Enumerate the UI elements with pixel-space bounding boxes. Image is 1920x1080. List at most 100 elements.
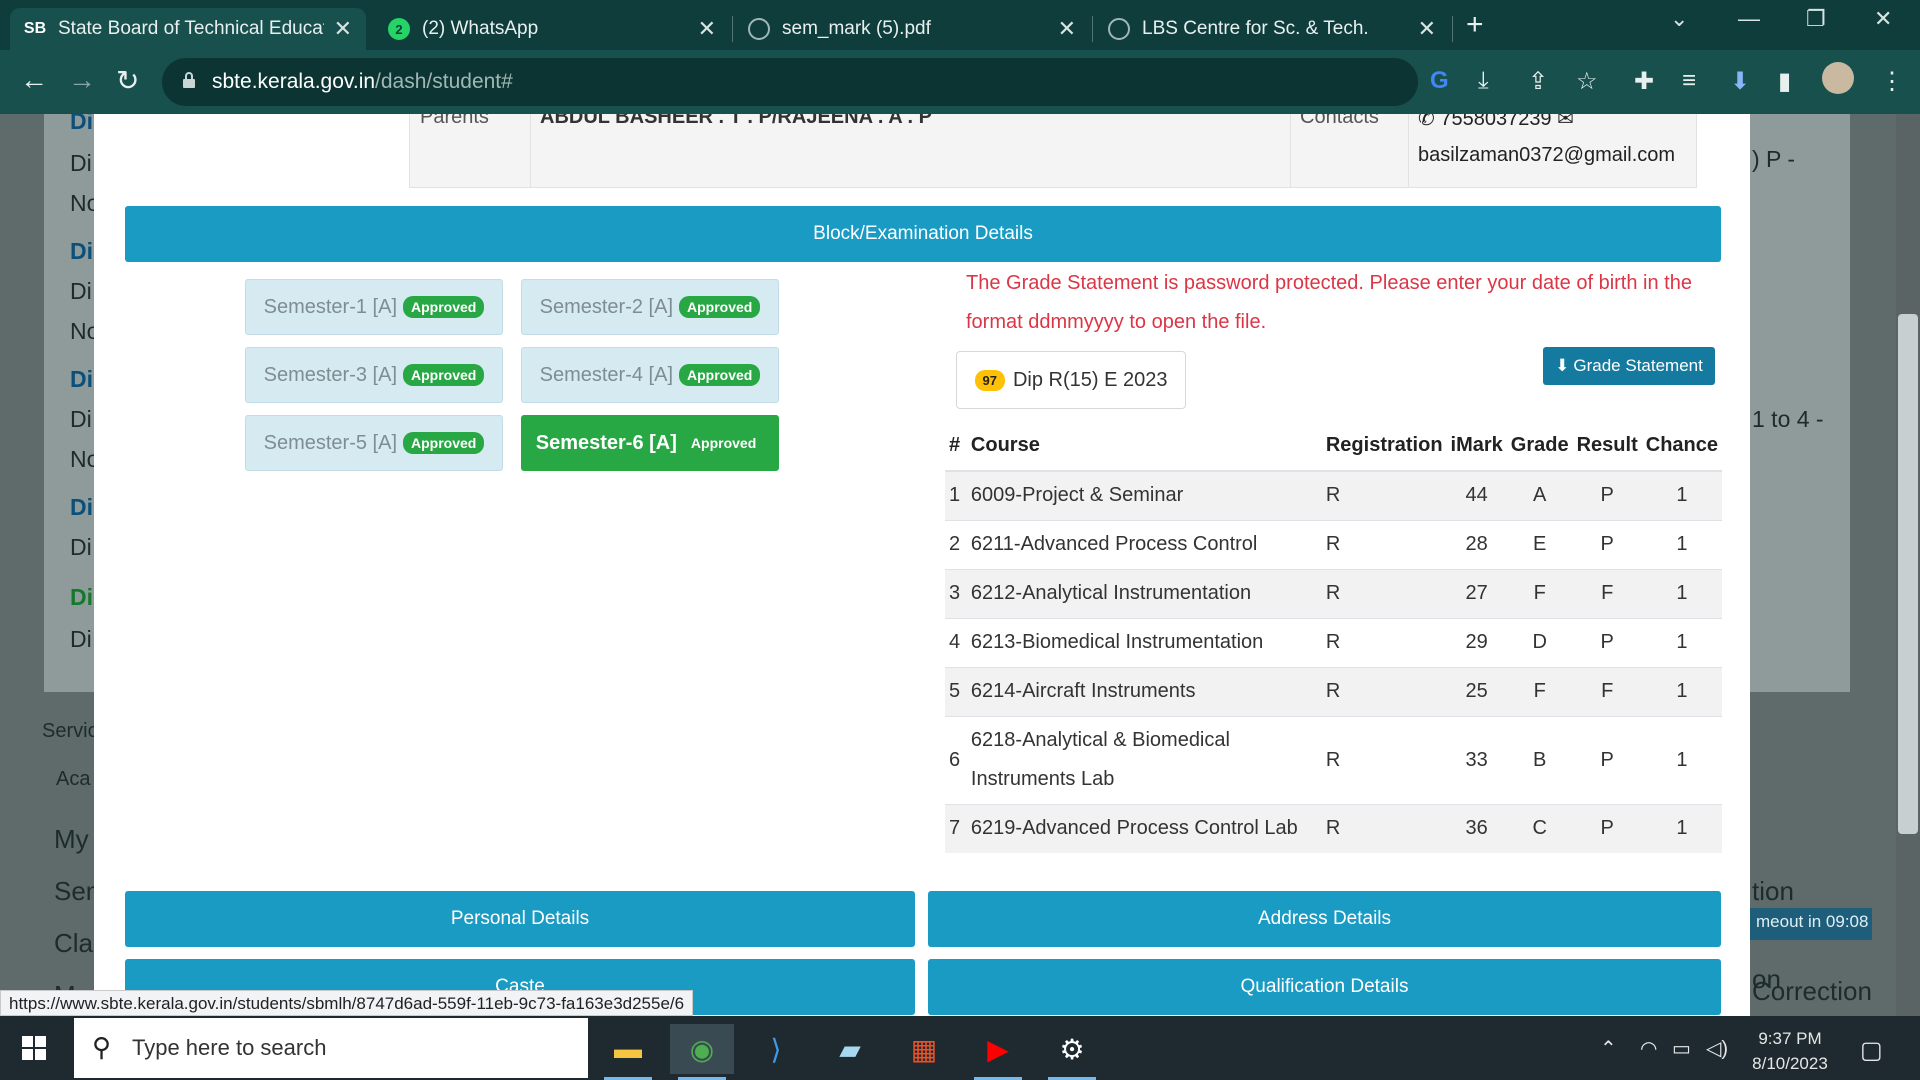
google-icon[interactable]: G xyxy=(1430,67,1449,95)
url-path: /dash/student# xyxy=(375,70,513,93)
address-bar[interactable]: sbte.kerala.gov.in/dash/student# G xyxy=(162,58,1449,106)
taskbar-search-box[interactable]: ⚲ Type here to search xyxy=(74,1018,588,1078)
bg-label: Di xyxy=(70,238,93,264)
registration: R xyxy=(1321,715,1447,804)
new-tab-plus-icon[interactable]: + xyxy=(1466,8,1484,42)
install-app-icon[interactable]: ⤓ xyxy=(1478,67,1489,95)
back-arrow-icon[interactable]: ← xyxy=(20,64,48,96)
notifications-icon[interactable]: ▢ xyxy=(1860,1036,1883,1065)
share-icon[interactable]: ⇪ xyxy=(1528,67,1548,96)
tab-whatsapp[interactable]: 2 (2) WhatsApp ✕ xyxy=(374,8,730,50)
tab-search-chevron-icon[interactable]: ⌄ xyxy=(1670,6,1688,32)
microsoft-store-icon[interactable]: ▦ xyxy=(892,1024,956,1074)
profile-avatar[interactable] xyxy=(1822,62,1854,94)
session-timeout-badge: meout in 09:08 xyxy=(1750,908,1872,940)
close-tab-icon[interactable]: ✕ xyxy=(1418,16,1436,42)
table-row: 1 6009-Project & Seminar R 44 A P 1 xyxy=(945,470,1722,520)
imark: 33 xyxy=(1446,715,1507,804)
semester-label: Semester-2 [A] xyxy=(539,295,674,318)
tab-sem-mark-pdf[interactable]: sem_mark (5).pdf ✕ xyxy=(734,8,1090,50)
row-index: 7 xyxy=(945,803,967,853)
tab-sbte[interactable]: SB State Board of Technical Educatio ✕ xyxy=(10,8,366,50)
semester-5-button[interactable]: Semester-5 [A] Approved xyxy=(245,415,503,471)
taskbar-clock[interactable]: 9:37 PM 8/10/2023 xyxy=(1740,1026,1840,1076)
volume-icon[interactable]: ◁) xyxy=(1706,1036,1728,1061)
wifi-icon[interactable]: ◠ xyxy=(1640,1036,1657,1061)
parents-label: Parents xyxy=(420,114,489,128)
close-tab-icon[interactable]: ✕ xyxy=(698,16,716,42)
chrome-menu-icon[interactable]: ⋮ xyxy=(1880,67,1904,96)
semester-1-button[interactable]: Semester-1 [A] Approved xyxy=(245,279,503,335)
grade: F xyxy=(1506,568,1573,618)
result: F xyxy=(1572,666,1642,716)
result: P xyxy=(1572,715,1642,804)
tab-separator xyxy=(1452,16,1453,42)
course-name: 6219-Advanced Process Control Lab xyxy=(966,803,1322,853)
approved-badge: Approved xyxy=(403,432,485,454)
page-scrollbar[interactable] xyxy=(1896,114,1920,1016)
password-notice: The Grade Statement is password protecte… xyxy=(966,272,1692,333)
clock-date: 8/10/2023 xyxy=(1752,1054,1828,1073)
close-tab-icon[interactable]: ✕ xyxy=(1058,16,1076,42)
table-row: 4 6213-Biomedical Instrumentation R 29 D… xyxy=(945,617,1722,667)
media-queue-icon[interactable]: ≡ xyxy=(1682,67,1696,95)
student-details-modal: Parents ABDUL BASHEER . T . P/RAJEENA . … xyxy=(94,114,1750,1016)
col-header: iMark xyxy=(1446,421,1507,472)
semester-label: Semester-5 [A] xyxy=(263,431,398,454)
chance: 1 xyxy=(1641,470,1722,520)
qualification-details-button[interactable]: Qualification Details xyxy=(928,959,1721,1015)
reload-icon[interactable]: ↻ xyxy=(116,64,139,97)
close-tab-icon[interactable]: ✕ xyxy=(334,16,352,42)
semester-3-button[interactable]: Semester-3 [A] Approved xyxy=(245,347,503,403)
grade-statement-button[interactable]: ⬇ Grade Statement xyxy=(1543,347,1715,385)
semester-label: Semester-1 [A] xyxy=(263,295,398,318)
registration: R xyxy=(1321,803,1447,853)
course-name: 6213-Biomedical Instrumentation xyxy=(966,617,1322,667)
imark: 44 xyxy=(1446,470,1507,520)
minimize-icon[interactable]: — xyxy=(1738,6,1760,32)
forward-arrow-icon[interactable]: → xyxy=(68,64,96,96)
tab-lbs-centre[interactable]: LBS Centre for Sc. & Tech. ✕ xyxy=(1094,8,1450,50)
youtube-icon[interactable]: ▶ xyxy=(966,1024,1030,1080)
file-explorer-icon[interactable]: ▬ xyxy=(596,1024,660,1080)
imark: 27 xyxy=(1446,568,1507,618)
settings-gear-icon[interactable]: ⚙ xyxy=(1040,1024,1104,1080)
course-name: 6212-Analytical Instrumentation xyxy=(966,568,1322,618)
table-header-row: # Course Registration iMark Grade Result… xyxy=(945,421,1722,472)
semester-4-button[interactable]: Semester-4 [A] Approved xyxy=(521,347,779,403)
restore-icon[interactable]: ❐ xyxy=(1806,6,1826,32)
grade: B xyxy=(1506,715,1573,804)
semester-label: Semester-3 [A] xyxy=(263,363,398,386)
close-window-icon[interactable]: ✕ xyxy=(1874,6,1892,32)
chance: 1 xyxy=(1641,803,1722,853)
chance: 1 xyxy=(1641,666,1722,716)
chrome-icon[interactable]: ◉ xyxy=(670,1024,734,1080)
address-details-button[interactable]: Address Details xyxy=(928,891,1721,947)
side-panel-icon[interactable]: ▮ xyxy=(1778,67,1791,96)
scrollbar-thumb[interactable] xyxy=(1898,314,1918,834)
battery-icon[interactable]: ▭ xyxy=(1672,1036,1691,1061)
vscode-icon[interactable]: ⟩ xyxy=(744,1024,808,1074)
notes-app-icon[interactable]: ▰ xyxy=(818,1024,882,1074)
tray-chevron-icon[interactable]: ⌃ xyxy=(1600,1036,1617,1061)
personal-details-button[interactable]: Personal Details xyxy=(125,891,915,947)
bookmark-star-icon[interactable]: ☆ xyxy=(1576,67,1598,96)
semester-2-button[interactable]: Semester-2 [A] Approved xyxy=(521,279,779,335)
exam-count-badge: 97 xyxy=(974,369,1005,391)
row-index: 5 xyxy=(945,666,967,716)
download-icon[interactable]: ⬇ xyxy=(1730,67,1750,96)
sbte-favicon-icon: SB xyxy=(24,18,46,40)
bg-label: Di xyxy=(70,366,93,392)
approved-badge: Approved xyxy=(679,364,761,386)
bg-right-text: Correction xyxy=(1752,976,1872,1006)
semester-6-button[interactable]: Semester-6 [A] Approved xyxy=(521,415,779,471)
bg-right-text: 1 to 4 - xyxy=(1752,406,1824,432)
extensions-puzzle-icon[interactable]: ✚ xyxy=(1634,67,1654,96)
exam-selector[interactable]: 97 Dip R(15) E 2023 xyxy=(956,351,1186,409)
chance: 1 xyxy=(1641,617,1722,667)
imark: 36 xyxy=(1446,803,1507,853)
windows-start-icon[interactable] xyxy=(22,1036,46,1060)
chance: 1 xyxy=(1641,715,1722,804)
table-row: 5 6214-Aircraft Instruments R 25 F F 1 xyxy=(945,666,1722,716)
course-name: 6218-Analytical & Biomedical Instruments… xyxy=(966,715,1322,804)
